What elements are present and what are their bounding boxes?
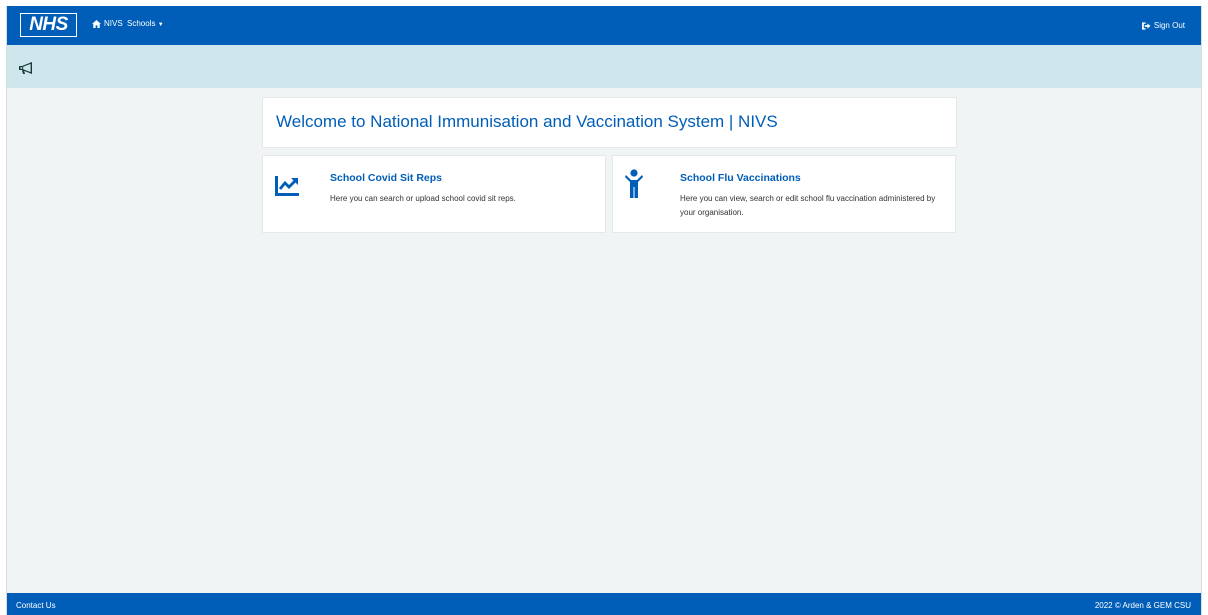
home-icon bbox=[92, 19, 101, 28]
tile-school-flu-vaccinations[interactable]: School Flu Vaccinations Here you can vie… bbox=[612, 155, 956, 233]
chart-line-icon bbox=[275, 176, 299, 196]
welcome-card: Welcome to National Immunisation and Vac… bbox=[262, 97, 957, 148]
caret-down-icon: ▼ bbox=[157, 22, 164, 28]
tile-flu-title[interactable]: School Flu Vaccinations bbox=[680, 172, 801, 184]
sign-out-label: Sign Out bbox=[1153, 21, 1185, 30]
child-icon bbox=[625, 169, 643, 198]
tile-flu-description: Here you can view, search or edit school… bbox=[680, 194, 936, 217]
tile-covid-title[interactable]: School Covid Sit Reps bbox=[330, 172, 442, 184]
app-frame: NHS NIVS Schools ▼ Sign Out Welcome to N… bbox=[6, 6, 1202, 615]
nav-home-link[interactable]: NIVS bbox=[92, 19, 123, 28]
top-navbar: NHS NIVS Schools ▼ Sign Out bbox=[7, 6, 1201, 45]
sign-out-icon bbox=[1141, 21, 1151, 30]
bullhorn-icon[interactable] bbox=[18, 61, 34, 75]
tile-school-covid-sit-reps[interactable]: School Covid Sit Reps Here you can searc… bbox=[262, 155, 606, 233]
nhs-logo[interactable]: NHS bbox=[20, 13, 77, 37]
announcement-bar bbox=[7, 45, 1201, 88]
nhs-logo-text: NHS bbox=[21, 14, 76, 36]
contact-us-link[interactable]: Contact Us bbox=[16, 601, 56, 610]
welcome-title: Welcome to National Immunisation and Vac… bbox=[276, 112, 778, 131]
nav-schools-label: Schools bbox=[127, 19, 156, 28]
sign-out-link[interactable]: Sign Out bbox=[1141, 21, 1185, 30]
footer: Contact Us 2022 © Arden & GEM CSU bbox=[7, 593, 1201, 615]
copyright-text: 2022 © Arden & GEM CSU bbox=[1094, 601, 1191, 610]
nav-schools-dropdown[interactable]: Schools ▼ bbox=[127, 19, 164, 28]
nav-home-label: NIVS bbox=[104, 19, 123, 28]
tile-covid-description: Here you can search or upload school cov… bbox=[330, 194, 516, 203]
